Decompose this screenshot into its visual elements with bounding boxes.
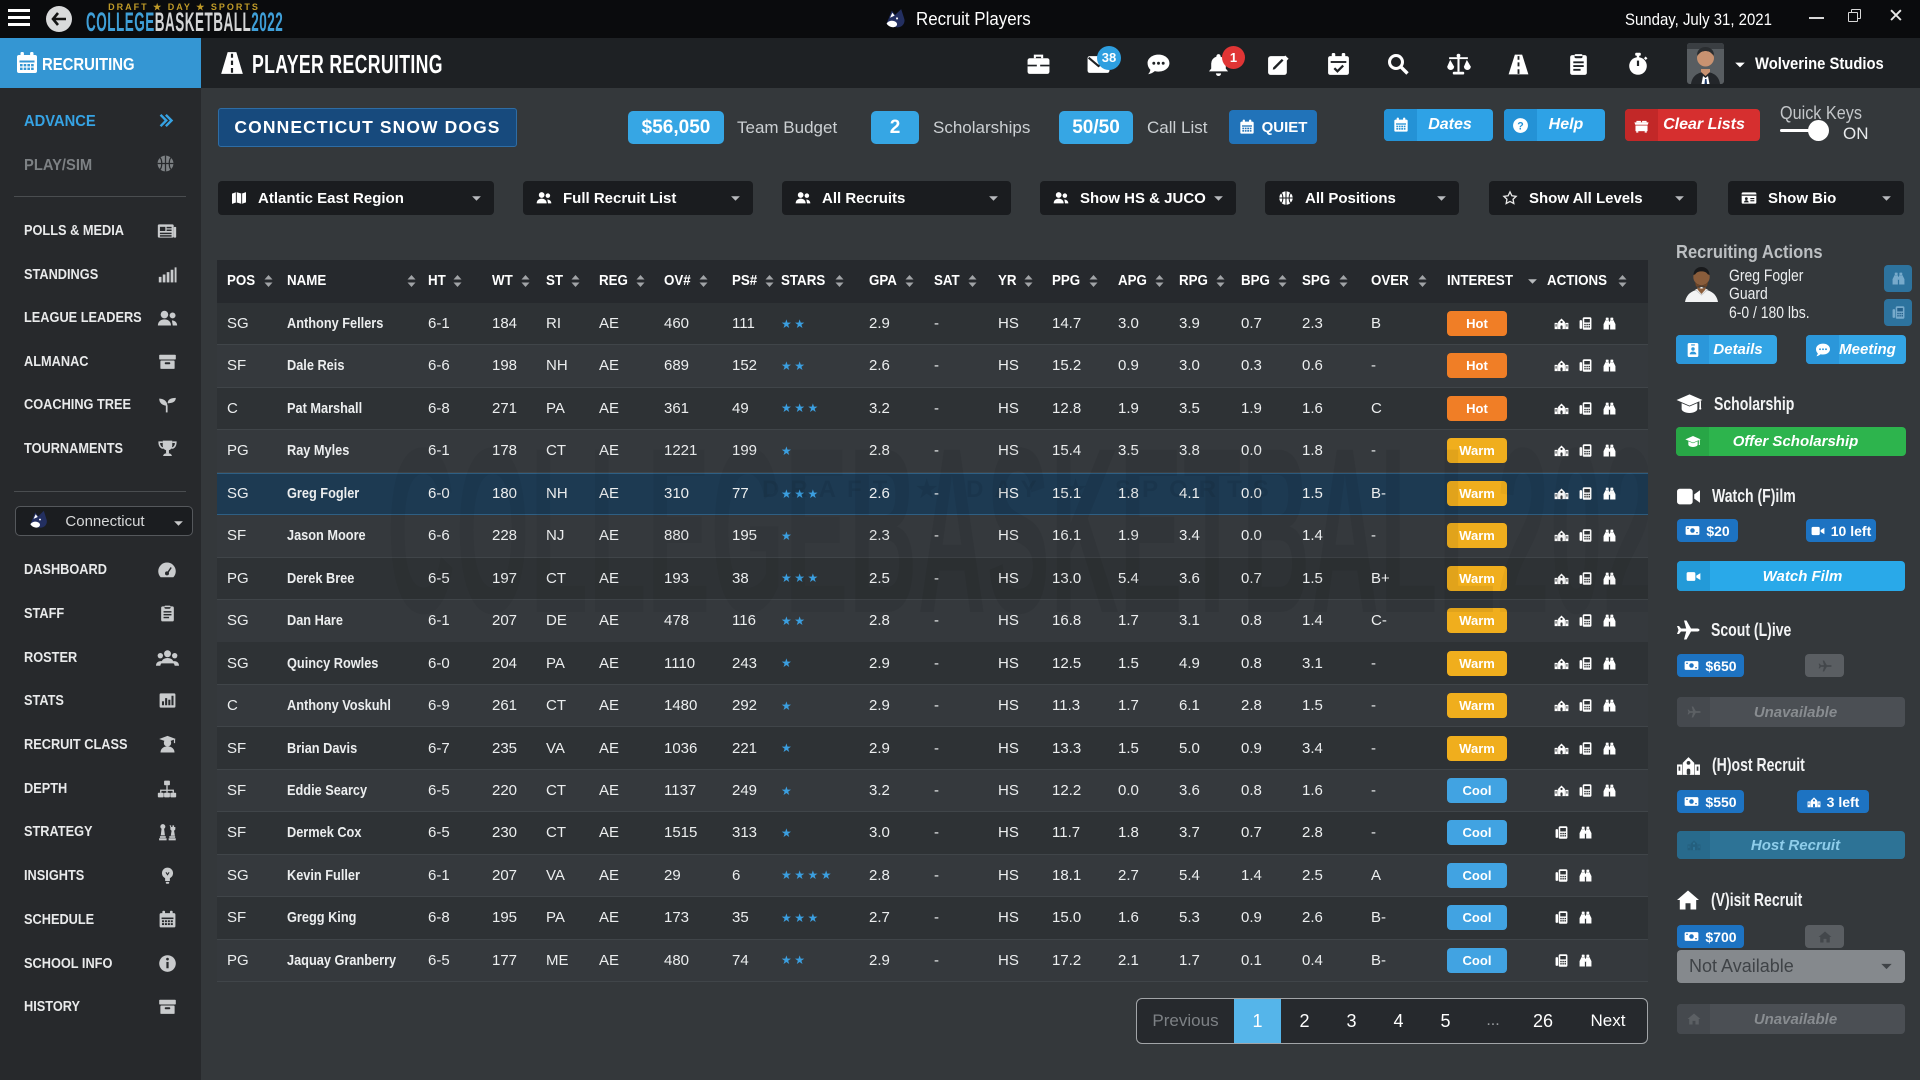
svg-text:?: ? — [1517, 120, 1523, 132]
